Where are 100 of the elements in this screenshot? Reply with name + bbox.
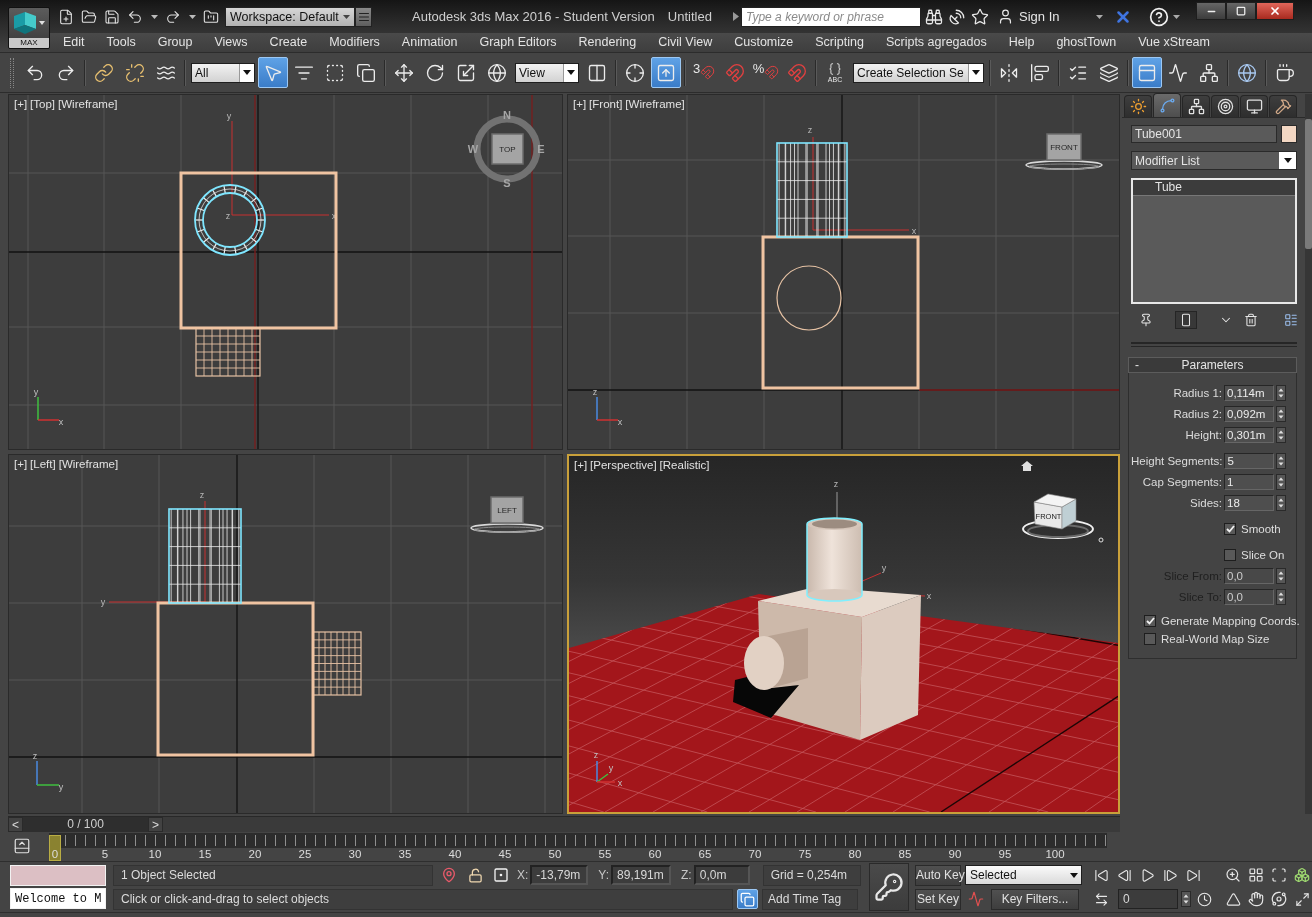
checkbox-label[interactable]: Slice On: [1241, 548, 1285, 561]
viewport-menu[interactable]: [Wireframe]: [58, 98, 118, 110]
checkbox[interactable]: [1224, 522, 1236, 535]
zoom-extents-button[interactable]: [1269, 865, 1289, 885]
menu-item[interactable]: Vue xStream: [1127, 33, 1221, 52]
spinner-arrows-icon[interactable]: [1276, 405, 1286, 422]
orbit-button[interactable]: [1269, 889, 1289, 909]
menu-item[interactable]: Group: [146, 33, 204, 52]
transform-gizmo[interactable]: z y: [100, 490, 206, 607]
spinner-field[interactable]: 0,114m: [1224, 384, 1274, 401]
view-cube[interactable]: LEFT: [490, 496, 524, 524]
spinner-arrows-icon[interactable]: [1276, 473, 1286, 490]
viewport-menu[interactable]: [Front]: [589, 98, 623, 110]
spinner-arrows-icon[interactable]: [1276, 452, 1287, 469]
snap-button[interactable]: 3: [689, 57, 719, 88]
menu-item[interactable]: Scripting: [804, 33, 875, 52]
workspace-menu-button[interactable]: [355, 6, 372, 27]
spinner-field[interactable]: 18: [1224, 494, 1274, 511]
object-color-swatch[interactable]: [1281, 125, 1297, 143]
spinner-field[interactable]: 0,301m: [1224, 426, 1274, 443]
previous-frame-button[interactable]: <: [8, 817, 23, 832]
listener-input-field[interactable]: Welcome to M: [10, 888, 106, 909]
menu-item[interactable]: Tools: [95, 33, 147, 52]
scrollbar-thumb[interactable]: [1305, 119, 1312, 249]
maximize-button[interactable]: [1226, 2, 1256, 20]
viewport-menu[interactable]: [+]: [573, 98, 587, 110]
coordinate-field[interactable]: 89,191m: [611, 865, 672, 885]
view-cube[interactable]: FRONT: [1046, 133, 1082, 161]
viewport-menu[interactable]: [+]: [14, 458, 28, 470]
menu-item[interactable]: Edit: [52, 33, 96, 52]
modifier-stack[interactable]: Tube: [1131, 178, 1297, 304]
current-frame-marker[interactable]: [49, 835, 61, 861]
menu-item[interactable]: Help: [997, 33, 1046, 52]
select-button[interactable]: [258, 57, 288, 88]
spinner-arrows-icon[interactable]: [1276, 567, 1286, 584]
viewport[interactable]: [+] [Left] [Wireframe] LEFT z y z y: [8, 454, 563, 814]
spinner-field[interactable]: 1: [1224, 473, 1274, 490]
spinner-arrows-icon[interactable]: [1276, 494, 1286, 511]
viewport-menu[interactable]: [Top]: [30, 98, 56, 110]
time-slider-track[interactable]: < 0 / 100 >: [8, 816, 1120, 832]
set-key-button[interactable]: Set Key: [915, 888, 961, 910]
dropdown[interactable]: View: [515, 62, 579, 83]
dropdown[interactable]: Create Selection Se: [853, 62, 984, 83]
panel-tab[interactable]: [1124, 95, 1152, 117]
sign-in-button[interactable]: Sign In: [995, 5, 1107, 28]
close-button[interactable]: [1256, 2, 1294, 20]
object-name-field[interactable]: Tube001: [1131, 125, 1277, 143]
checkbox-label[interactable]: Real-World Map Size: [1161, 633, 1270, 645]
tube-shape[interactable]: [806, 517, 863, 602]
checkbox[interactable]: [1224, 548, 1236, 561]
panel-tab[interactable]: [1269, 95, 1297, 117]
menu-item[interactable]: Scripts agregados: [874, 33, 998, 52]
viewport-menu[interactable]: [Realistic]: [659, 459, 710, 471]
menu-item[interactable]: Modifiers: [318, 33, 391, 52]
checkbox-label[interactable]: Smooth: [1241, 522, 1281, 535]
menu-item[interactable]: Animation: [390, 33, 469, 52]
coordinate-field[interactable]: 0,0m: [693, 865, 750, 885]
time-tag-button[interactable]: Add Time Tag: [762, 888, 858, 910]
menu-item[interactable]: Civil View: [647, 33, 724, 52]
key-mode-dropdown[interactable]: Selected: [965, 865, 1082, 885]
coordinate-field[interactable]: -13,79m: [530, 865, 589, 885]
shortcut-button[interactable]: [651, 57, 681, 88]
next-frame-button[interactable]: >: [148, 817, 163, 832]
spinner-field[interactable]: 0,092m: [1224, 405, 1274, 422]
panel-tab[interactable]: [1153, 93, 1181, 117]
help-button[interactable]: [1149, 5, 1180, 28]
isolate-button[interactable]: [737, 889, 758, 909]
pan-button[interactable]: [1246, 889, 1266, 909]
zoom-extents-all-button[interactable]: [1292, 865, 1312, 885]
modifier-list-dropdown[interactable]: Modifier List: [1131, 151, 1297, 170]
viewport-menu[interactable]: [+]: [14, 98, 28, 110]
stack-item[interactable]: Tube: [1133, 180, 1295, 196]
dropdown[interactable]: All: [191, 62, 255, 83]
menu-item[interactable]: Create: [258, 33, 319, 52]
viewport-menu[interactable]: [Left]: [30, 458, 56, 470]
viewport-menu[interactable]: [+]: [574, 459, 588, 471]
checkbox-label[interactable]: Generate Mapping Coords.: [1161, 615, 1300, 627]
viewport-menu[interactable]: [Perspective]: [590, 459, 657, 471]
frame-field[interactable]: 0: [1118, 889, 1178, 909]
spinner-arrows-icon[interactable]: [1181, 891, 1191, 907]
viewport-menu[interactable]: [Wireframe]: [625, 98, 685, 110]
workspace-dropdown[interactable]: Workspace: Default: [225, 6, 355, 27]
minimize-button[interactable]: [1196, 2, 1226, 20]
toolbar-grip[interactable]: [10, 57, 14, 88]
percent-snap-button[interactable]: %: [751, 57, 781, 88]
menu-item[interactable]: Customize: [723, 33, 805, 52]
panel-tab[interactable]: [1240, 95, 1268, 117]
transform-gizmo[interactable]: z x: [807, 125, 917, 236]
ribbon-button[interactable]: [1131, 57, 1162, 88]
end-result-button[interactable]: [1175, 311, 1197, 329]
search-field[interactable]: Type a keyword or phrase: [741, 6, 921, 27]
set-key-toggle-button[interactable]: [868, 863, 909, 911]
spinner-arrows-icon[interactable]: [1276, 426, 1286, 443]
zoom-all-button[interactable]: [1246, 865, 1266, 885]
panel-tab[interactable]: [1182, 95, 1210, 117]
view-cube[interactable]: TOP: [491, 133, 524, 165]
checkbox[interactable]: [1144, 615, 1156, 627]
scrollbar[interactable]: [1305, 94, 1312, 814]
rollout-title[interactable]: Parameters: [1149, 358, 1296, 372]
track-bar[interactable]: [49, 833, 1107, 848]
